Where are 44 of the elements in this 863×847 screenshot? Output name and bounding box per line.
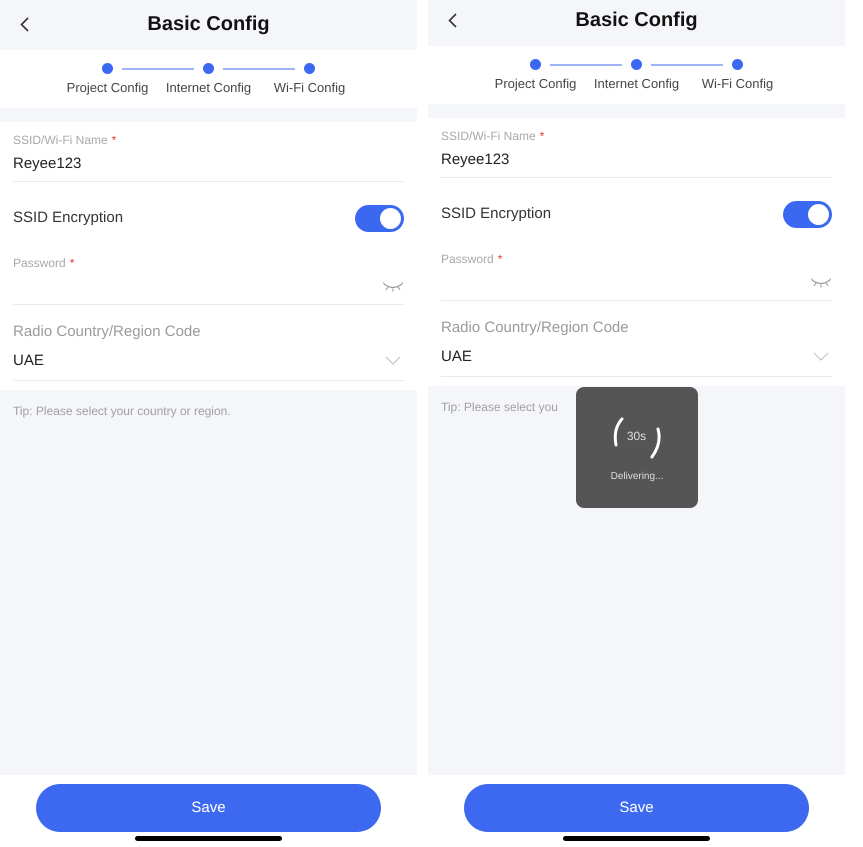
field-label: Radio Country/Region Code [441, 319, 629, 337]
field-label: Password [13, 256, 66, 270]
tip-text: Tip: Please select you [441, 400, 558, 414]
step-label: Project Config [494, 76, 576, 92]
toggle-switch[interactable] [355, 204, 404, 232]
field-label: Password [441, 252, 494, 266]
closed-eye-icon[interactable] [811, 278, 831, 288]
chevron-down-icon [385, 356, 401, 365]
closed-eye-icon[interactable] [383, 282, 403, 292]
step-label: Wi-Fi Config [702, 76, 774, 92]
spinner-arc-icon [649, 427, 662, 459]
back-icon [448, 12, 456, 28]
toast-message: Delivering... [610, 471, 664, 483]
step-connector-line [223, 68, 295, 70]
switch-label: SSID Encryption [13, 209, 124, 227]
required-asterisk: * [112, 133, 116, 147]
save-button[interactable]: Save [36, 784, 381, 832]
back-icon [20, 16, 28, 32]
spinner-arc-icon [612, 417, 624, 447]
required-asterisk: * [70, 256, 74, 270]
dropdown-field[interactable]: UAE [441, 337, 832, 377]
chevron-down-icon [813, 352, 829, 361]
switch-label: SSID Encryption [441, 205, 552, 223]
field-label: SSID/Wi-Fi Name [441, 129, 536, 143]
dropdown-field[interactable]: UAE [13, 341, 404, 381]
field-label: SSID/Wi-Fi Name [13, 133, 108, 147]
step-label: Internet Config [166, 80, 252, 96]
step-label: Project Config [66, 80, 148, 96]
step-connector-line [651, 64, 723, 66]
required-asterisk: * [540, 129, 544, 143]
page-title: Basic Config [574, 8, 699, 32]
required-asterisk: * [498, 252, 502, 266]
page-title: Basic Config [146, 12, 271, 36]
step-connector-line [122, 68, 194, 70]
input-field[interactable]: Reyee123 [441, 143, 832, 178]
input-field[interactable]: Reyee123 [13, 147, 404, 182]
step-label: Internet Config [594, 76, 680, 92]
tip-text: Tip: Please select your country or region. [13, 404, 231, 418]
countdown-text: 30s [626, 429, 646, 443]
save-button[interactable]: Save [464, 784, 809, 832]
field-label: Radio Country/Region Code [13, 323, 201, 341]
step-connector-line [550, 64, 622, 66]
toggle-switch[interactable] [783, 200, 832, 228]
step-label: Wi-Fi Config [274, 80, 346, 96]
